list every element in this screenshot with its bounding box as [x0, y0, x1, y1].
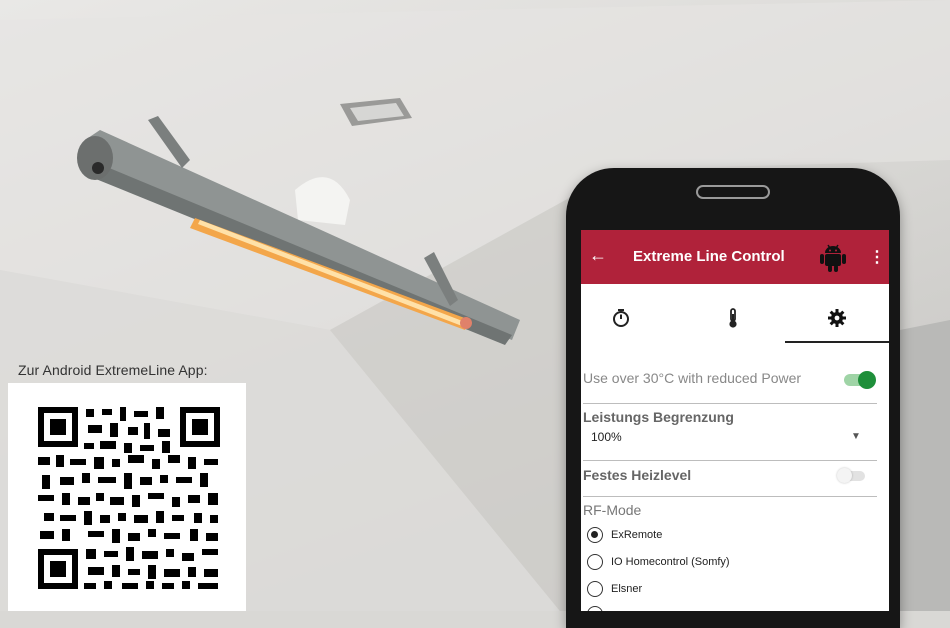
- tab-timer[interactable]: [609, 306, 633, 330]
- tab-bar: [581, 284, 889, 344]
- active-tab-indicator: [785, 341, 889, 343]
- radio-io-homecontrol-label: IO Homecontrol (Somfy): [611, 556, 730, 568]
- app-screen: ← Extreme Line Control ⋮ Use over 30°C w…: [581, 230, 889, 611]
- qr-code-panel: [8, 383, 246, 611]
- android-icon: [820, 244, 846, 272]
- reduced-power-toggle[interactable]: [844, 371, 876, 389]
- more-vert-icon[interactable]: ⋮: [869, 247, 885, 267]
- fixed-level-label: Festes Heizlevel: [583, 467, 692, 483]
- reduced-power-label: Use over 30°C with reduced Power: [583, 370, 802, 386]
- app-bar: ← Extreme Line Control ⋮: [581, 230, 889, 284]
- power-limit-select[interactable]: 100%: [591, 430, 622, 444]
- power-limit-label: Leistungs Begrenzung: [583, 409, 734, 425]
- toggle-knob: [858, 371, 876, 389]
- arrow-left-icon[interactable]: ←: [589, 245, 607, 266]
- tab-temperature[interactable]: [721, 306, 745, 330]
- radio-exremote-label: ExRemote: [611, 529, 663, 541]
- radio-exremote[interactable]: [587, 527, 603, 543]
- toggle-knob: [837, 468, 852, 483]
- tab-settings[interactable]: [825, 306, 849, 330]
- radio-more[interactable]: [587, 606, 603, 611]
- radio-elsner-label: Elsner: [611, 583, 643, 595]
- rf-mode-label: RF-Mode: [583, 502, 642, 518]
- app-title: Extreme Line Control: [633, 248, 785, 265]
- divider: [583, 460, 877, 461]
- chevron-down-icon[interactable]: ▼: [851, 431, 861, 442]
- divider: [583, 496, 877, 497]
- phone-speaker: [696, 185, 770, 199]
- qr-caption: Zur Android ExtremeLine App:: [18, 362, 208, 378]
- fixed-level-toggle[interactable]: [837, 468, 865, 483]
- gear-icon: [828, 309, 846, 327]
- radio-elsner[interactable]: [587, 581, 603, 597]
- timer-icon: [613, 309, 629, 327]
- qr-code-icon[interactable]: [34, 403, 224, 593]
- thermometer-icon: [729, 308, 737, 328]
- radio-io-homecontrol[interactable]: [587, 554, 603, 570]
- divider: [583, 403, 877, 404]
